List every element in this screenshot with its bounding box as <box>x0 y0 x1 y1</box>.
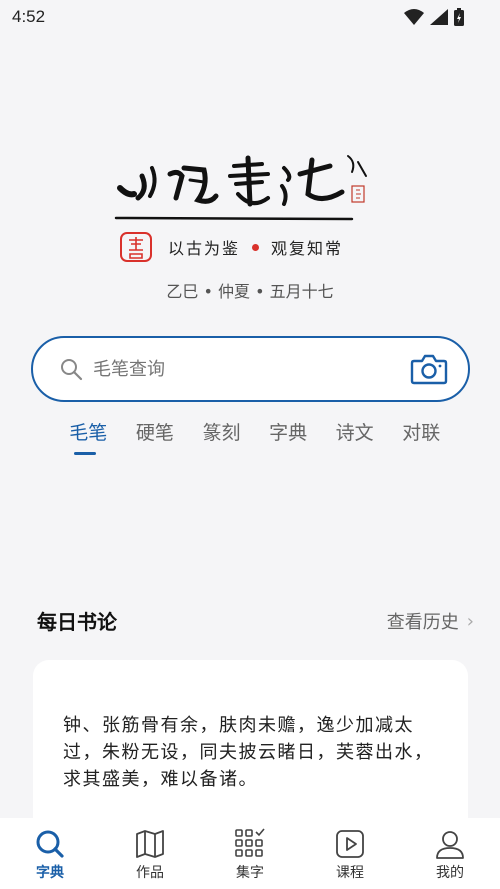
search-icon <box>61 359 83 381</box>
search-input[interactable] <box>93 358 393 380</box>
nav-item-works[interactable]: 作品 <box>100 818 200 889</box>
wifi-icon <box>404 9 424 25</box>
play-icon <box>336 830 364 858</box>
tab-label: 诗文 <box>335 422 374 444</box>
search-icon <box>36 830 64 858</box>
seal-stamp-icon <box>120 232 152 262</box>
camera-icon[interactable] <box>410 353 448 385</box>
nav-label: 字典 <box>36 865 64 881</box>
status-bar: 4:52 <box>0 0 500 34</box>
nav-item-collect[interactable]: 集字 <box>200 818 300 889</box>
quote-text: 钟、张筋骨有余，肤肉未赡，逸少加减太过，朱粉无设，同夫披云睹日，芙蓉出水，求其盛… <box>63 715 434 790</box>
map-icon <box>136 830 164 858</box>
red-dot <box>252 243 260 251</box>
nav-label: 课程 <box>336 865 364 881</box>
nav-label: 集字 <box>236 865 264 881</box>
motto-left: 以古为鉴 <box>168 239 241 258</box>
nav-label: 作品 <box>136 865 164 881</box>
nav-item-profile[interactable]: 我的 <box>400 818 500 889</box>
status-time: 4:52 <box>12 7 46 26</box>
chevron-right-icon: › <box>466 610 474 632</box>
tab-active-indicator <box>74 452 96 455</box>
tab-label: 毛笔 <box>69 422 108 444</box>
signal-icon <box>430 9 448 25</box>
category-tabs: 毛笔 硬笔 篆刻 字典 诗文 对联 <box>55 418 455 455</box>
nav-item-dictionary[interactable]: 字典 <box>0 818 100 889</box>
section-title: 每日书论 <box>37 610 117 634</box>
lunar-date: 乙巳 • 仲夏 • 五月十七 <box>166 282 334 301</box>
nav-label: 我的 <box>436 865 464 881</box>
calligraphy-logo <box>114 155 367 221</box>
tab-pen[interactable]: 硬笔 <box>122 418 189 445</box>
tab-poetry[interactable]: 诗文 <box>321 418 388 445</box>
bottom-nav: 字典 作品 集字 课程 我的 <box>0 818 500 889</box>
tab-brush[interactable]: 毛笔 <box>55 418 122 455</box>
tab-seal[interactable]: 篆刻 <box>188 418 255 445</box>
search-bar[interactable] <box>31 336 470 402</box>
tab-dictionary[interactable]: 字典 <box>255 418 322 445</box>
view-history-link[interactable]: 查看历史 › <box>387 608 474 634</box>
tab-label: 篆刻 <box>202 422 241 444</box>
history-label: 查看历史 <box>386 612 459 633</box>
tab-couplet[interactable]: 对联 <box>388 418 455 445</box>
tab-label: 字典 <box>269 422 308 444</box>
motto-row: 以古为鉴 观复知常 <box>120 232 380 262</box>
grid-check-icon <box>235 828 265 857</box>
motto-right: 观复知常 <box>271 239 344 258</box>
battery-icon <box>454 8 464 26</box>
tab-label: 对联 <box>402 422 441 444</box>
tab-label: 硬笔 <box>135 422 174 444</box>
status-icons <box>404 8 464 26</box>
nav-item-courses[interactable]: 课程 <box>300 818 400 889</box>
user-icon <box>436 831 464 859</box>
